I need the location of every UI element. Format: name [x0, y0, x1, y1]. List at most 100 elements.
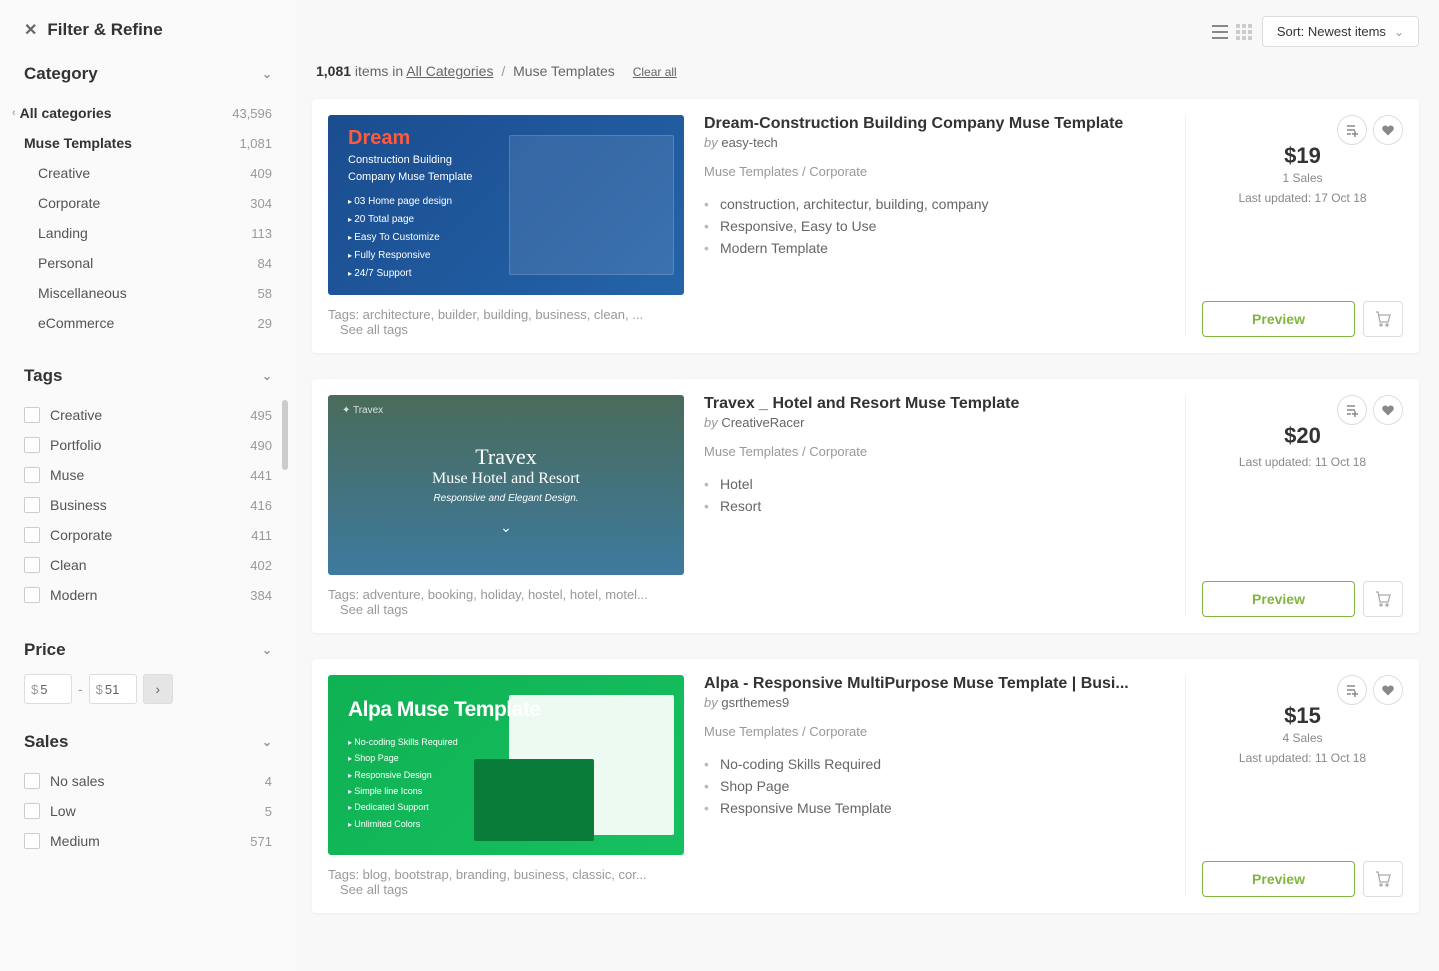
chevron-down-icon: ⌄: [262, 643, 272, 657]
item-author: by CreativeRacer: [704, 415, 1165, 430]
chevron-left-icon: ‹: [12, 107, 16, 119]
tags-list: Creative495Portfolio490Muse441Business41…: [24, 400, 272, 610]
category-item[interactable]: Corporate304: [38, 188, 272, 218]
category-section-toggle[interactable]: Category ⌄: [24, 64, 272, 84]
item-price: $15: [1284, 703, 1321, 729]
checkbox[interactable]: [24, 803, 40, 819]
checkbox[interactable]: [24, 773, 40, 789]
grid-view-icon[interactable]: [1236, 24, 1252, 40]
view-toggle: [1212, 24, 1252, 40]
price-filter: $5 - $51 ›: [24, 674, 272, 704]
item-category: Muse Templates / Corporate: [704, 724, 1165, 739]
category-item[interactable]: Personal84: [38, 248, 272, 278]
close-icon[interactable]: ✕: [24, 20, 37, 40]
category-current[interactable]: Muse Templates 1,081: [24, 128, 272, 158]
see-all-tags-link[interactable]: See all tags: [340, 322, 408, 337]
clear-all-link[interactable]: Clear all: [633, 65, 677, 79]
add-to-cart-button[interactable]: [1363, 581, 1403, 617]
item-updated: Last updated: 11 Oct 18: [1239, 751, 1366, 765]
category-item[interactable]: Miscellaneous58: [38, 278, 272, 308]
tag-filter-item[interactable]: Modern384: [24, 580, 272, 610]
tag-filter-item[interactable]: Portfolio490: [24, 430, 272, 460]
item-price: $20: [1284, 423, 1321, 449]
scrollbar[interactable]: [282, 400, 288, 470]
item-features: HotelResort: [704, 473, 1165, 517]
checkbox[interactable]: [24, 557, 40, 573]
sales-filter-item[interactable]: Low5: [24, 796, 272, 826]
item-features: construction, architectur, building, com…: [704, 193, 1165, 259]
item-category: Muse Templates / Corporate: [704, 164, 1165, 179]
tag-filter-item[interactable]: Creative495: [24, 400, 272, 430]
sort-dropdown[interactable]: Sort: Newest items ⌄: [1262, 16, 1419, 47]
checkbox[interactable]: [24, 497, 40, 513]
add-to-cart-button[interactable]: [1363, 861, 1403, 897]
item-updated: Last updated: 17 Oct 18: [1238, 191, 1366, 205]
breadcrumb-all-categories[interactable]: All Categories: [406, 63, 493, 79]
sales-list: No sales4Low5Medium571: [24, 766, 272, 856]
checkbox[interactable]: [24, 407, 40, 423]
main-content: Sort: Newest items ⌄ 1,081 items in All …: [296, 0, 1439, 971]
category-all[interactable]: ‹All categories 43,596: [24, 98, 272, 128]
item-features: No-coding Skills RequiredShop PageRespon…: [704, 753, 1165, 819]
checkbox[interactable]: [24, 467, 40, 483]
see-all-tags-link[interactable]: See all tags: [340, 882, 408, 897]
item-thumbnail[interactable]: DreamConstruction BuildingCompany Muse T…: [328, 115, 684, 295]
filter-sidebar: ✕ Filter & Refine Category ⌄ ‹All catego…: [0, 0, 296, 971]
chevron-down-icon: ⌄: [262, 369, 272, 383]
item-title[interactable]: Travex _ Hotel and Resort Muse Template: [704, 395, 1165, 413]
item-price: $19: [1284, 143, 1321, 169]
preview-button[interactable]: Preview: [1202, 861, 1355, 897]
add-to-collection-icon[interactable]: [1337, 675, 1367, 705]
item-author: by easy-tech: [704, 135, 1165, 150]
add-to-collection-icon[interactable]: [1337, 395, 1367, 425]
category-item[interactable]: eCommerce29: [38, 308, 272, 338]
item-card: ✦ TravexTravexMuse Hotel and ResortRespo…: [312, 379, 1419, 633]
item-author: by gsrthemes9: [704, 695, 1165, 710]
item-card: Alpa Muse TemplateNo-coding Skills Requi…: [312, 659, 1419, 913]
category-item[interactable]: Creative409: [38, 158, 272, 188]
tag-filter-item[interactable]: Muse441: [24, 460, 272, 490]
tag-filter-item[interactable]: Clean402: [24, 550, 272, 580]
preview-button[interactable]: Preview: [1202, 301, 1355, 337]
price-max-input[interactable]: $51: [89, 674, 137, 704]
item-category: Muse Templates / Corporate: [704, 444, 1165, 459]
add-to-cart-button[interactable]: [1363, 301, 1403, 337]
preview-button[interactable]: Preview: [1202, 581, 1355, 617]
tag-filter-item[interactable]: Business416: [24, 490, 272, 520]
chevron-down-icon: ⌄: [262, 735, 272, 749]
category-list: ‹All categories 43,596 Muse Templates 1,…: [24, 98, 272, 338]
sales-filter-item[interactable]: No sales4: [24, 766, 272, 796]
sales-section-toggle[interactable]: Sales ⌄: [24, 732, 272, 752]
list-view-icon[interactable]: [1212, 24, 1228, 40]
item-updated: Last updated: 11 Oct 18: [1239, 455, 1366, 469]
topbar: Sort: Newest items ⌄: [312, 16, 1419, 47]
item-title[interactable]: Dream-Construction Building Company Muse…: [704, 115, 1165, 133]
checkbox[interactable]: [24, 527, 40, 543]
sales-filter-item[interactable]: Medium571: [24, 826, 272, 856]
favorite-icon[interactable]: [1373, 115, 1403, 145]
price-apply-button[interactable]: ›: [143, 674, 173, 704]
checkbox[interactable]: [24, 833, 40, 849]
breadcrumb: 1,081 items in All Categories / Muse Tem…: [312, 63, 1419, 79]
checkbox[interactable]: [24, 437, 40, 453]
chevron-down-icon: ⌄: [262, 67, 272, 81]
sales-count: 1 Sales: [1282, 171, 1322, 185]
price-min-input[interactable]: $5: [24, 674, 72, 704]
item-thumbnail[interactable]: ✦ TravexTravexMuse Hotel and ResortRespo…: [328, 395, 684, 575]
tags-section-toggle[interactable]: Tags ⌄: [24, 366, 272, 386]
item-thumbnail[interactable]: Alpa Muse TemplateNo-coding Skills Requi…: [328, 675, 684, 855]
favorite-icon[interactable]: [1373, 675, 1403, 705]
category-item[interactable]: Landing113: [38, 218, 272, 248]
item-card: DreamConstruction BuildingCompany Muse T…: [312, 99, 1419, 353]
sales-count: 4 Sales: [1282, 731, 1322, 745]
tag-filter-item[interactable]: Corporate411: [24, 520, 272, 550]
item-title[interactable]: Alpa - Responsive MultiPurpose Muse Temp…: [704, 675, 1165, 693]
chevron-down-icon: ⌄: [1394, 25, 1404, 39]
filter-title: Filter & Refine: [47, 20, 162, 40]
favorite-icon[interactable]: [1373, 395, 1403, 425]
see-all-tags-link[interactable]: See all tags: [340, 602, 408, 617]
price-section-toggle[interactable]: Price ⌄: [24, 640, 272, 660]
checkbox[interactable]: [24, 587, 40, 603]
add-to-collection-icon[interactable]: [1337, 115, 1367, 145]
tags-line: Tags: blog, bootstrap, branding, busines…: [328, 867, 684, 897]
